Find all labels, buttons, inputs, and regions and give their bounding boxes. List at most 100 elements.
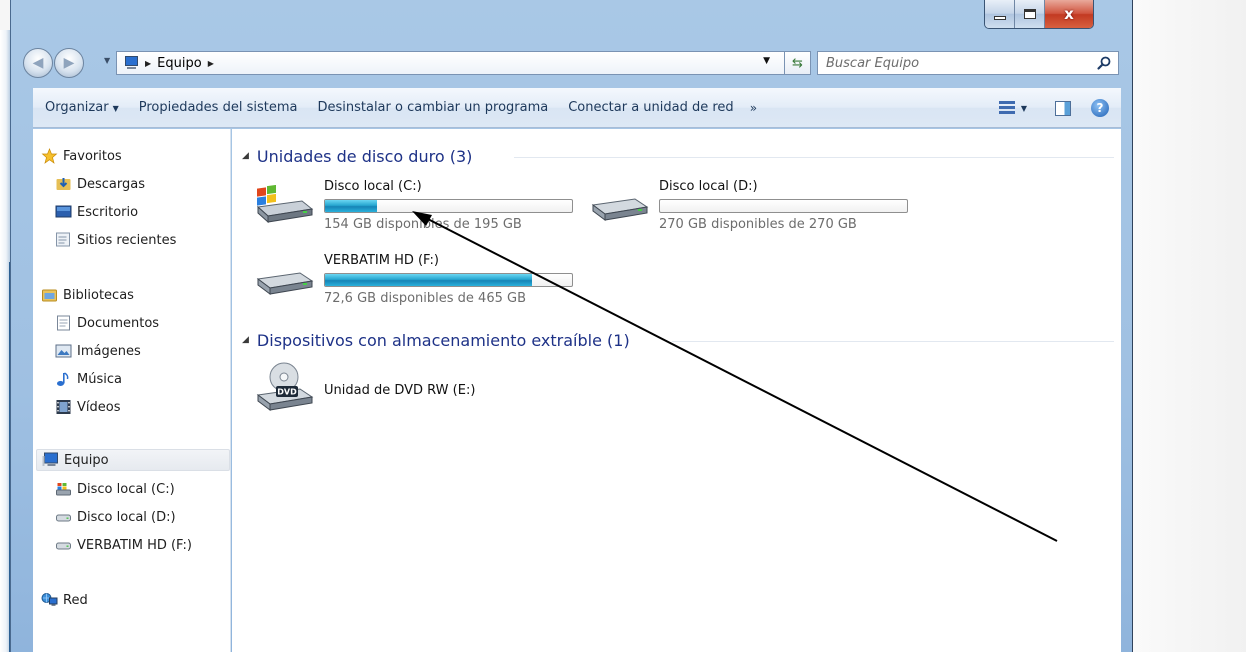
navigation-bar: ◀ ▶ ▼ ▶ Equipo ▶ ▼ ⇆ Buscar Equipo: [20, 44, 1120, 80]
sidebar-item-label: Disco local (C:): [77, 481, 175, 497]
drive-usage-fill: [325, 200, 377, 212]
help-icon[interactable]: ?: [1091, 99, 1109, 117]
documents-icon: [57, 315, 70, 331]
sidebar-item-computer[interactable]: Equipo: [36, 449, 230, 471]
drive-name: Unidad de DVD RW (E:): [324, 383, 476, 398]
address-history-dropdown[interactable]: ▼: [763, 56, 770, 66]
sidebar-item-label: VERBATIM HD (F:): [77, 537, 192, 553]
forward-button[interactable]: ▶: [54, 48, 84, 78]
desktop-icon: [55, 205, 72, 218]
computer-icon: [42, 452, 58, 466]
drive-dvd-e[interactable]: DVD Unidad de DVD RW (E:): [254, 359, 584, 419]
sidebar-item-videos[interactable]: Vídeos: [55, 396, 120, 418]
sidebar-item-documents[interactable]: Documentos: [55, 312, 159, 334]
hard-drive-icon: [56, 542, 71, 550]
drive-d[interactable]: Disco local (D:) 270 GB disponibles de 2…: [589, 179, 919, 239]
back-button[interactable]: ◀: [23, 48, 53, 78]
recent-pages-dropdown[interactable]: ▼: [104, 56, 110, 65]
sidebar-item-recent-places[interactable]: Sitios recientes: [55, 229, 176, 251]
maximize-button[interactable]: [1015, 0, 1045, 28]
recent-places-icon: [56, 232, 70, 247]
group-divider: [672, 341, 1114, 342]
refresh-button[interactable]: ⇆: [785, 51, 811, 75]
more-commands-button[interactable]: »: [750, 101, 757, 115]
group-divider: [514, 157, 1114, 158]
sidebar-item-label: Escritorio: [77, 204, 139, 220]
maximize-icon: [1023, 9, 1036, 19]
preview-pane-icon[interactable]: [1055, 100, 1071, 116]
uninstall-program-button[interactable]: Desinstalar o cambiar un programa: [307, 100, 558, 115]
drive-usage-bar: [324, 273, 573, 287]
breadcrumb-chevron-icon[interactable]: ▶: [208, 59, 214, 68]
navigation-pane: Favoritos Descargas Escritorio Sitios re…: [33, 129, 231, 652]
group-title: Dispositivos con almacenamiento extraíbl…: [256, 330, 630, 350]
sidebar-item-label: Documentos: [77, 315, 160, 331]
close-button[interactable]: x: [1045, 0, 1093, 28]
sidebar-item-label: Favoritos: [63, 148, 122, 164]
hard-drive-icon: [256, 272, 314, 295]
change-view-icon[interactable]: [998, 101, 1015, 115]
sidebar-item-label: Música: [77, 371, 122, 387]
sidebar-item-pictures[interactable]: Imágenes: [55, 340, 141, 362]
sidebar-item-drive-d[interactable]: Disco local (D:): [55, 506, 176, 528]
map-network-drive-button[interactable]: Conectar a unidad de red: [558, 100, 743, 115]
chevron-down-icon: ▼: [112, 104, 119, 113]
hard-drive-icon: [56, 514, 71, 522]
address-bar[interactable]: ▶ Equipo ▶ ▼: [116, 51, 785, 75]
minimize-icon: [993, 16, 1006, 20]
breadcrumb-equipo[interactable]: Equipo: [157, 56, 202, 71]
drive-usage-fill: [325, 274, 533, 286]
drive-usage-bar: [324, 199, 573, 213]
back-arrow-icon: ◀: [32, 55, 44, 71]
search-icon[interactable]: [1096, 55, 1112, 71]
caption-buttons: x: [984, 0, 1094, 29]
system-drive-icon: [56, 483, 71, 496]
system-drive-icon: [256, 185, 314, 224]
drive-name: VERBATIM HD (F:): [324, 253, 439, 268]
forward-arrow-icon: ▶: [63, 55, 75, 71]
dvd-drive-icon: DVD: [256, 362, 314, 411]
system-properties-button[interactable]: Propiedades del sistema: [129, 100, 308, 115]
drive-c[interactable]: Disco local (C:) 154 GB disponibles de 1…: [254, 179, 584, 239]
collapse-triangle-icon[interactable]: ◢: [242, 335, 249, 345]
content-pane: ◢ Unidades de disco duro (3) Disco local…: [232, 129, 1121, 652]
drive-name: Disco local (D:): [659, 179, 758, 194]
organize-menu[interactable]: Organizar ▼: [33, 100, 129, 115]
star-icon: [41, 148, 58, 164]
desktop-background: [1133, 0, 1246, 652]
sidebar-item-downloads[interactable]: Descargas: [55, 173, 145, 195]
drive-free-space: 154 GB disponibles de 195 GB: [324, 217, 522, 232]
hard-drive-icon: [591, 198, 649, 221]
sidebar-item-drive-c[interactable]: Disco local (C:): [55, 478, 175, 500]
pictures-icon: [55, 344, 72, 358]
sidebar-item-libraries[interactable]: Bibliotecas: [41, 284, 134, 306]
drive-usage-bar: [659, 199, 908, 213]
sidebar-item-label: Red: [63, 592, 88, 608]
view-options-dropdown[interactable]: ▼: [1021, 104, 1027, 113]
sidebar-item-label: Bibliotecas: [63, 287, 134, 303]
drive-f[interactable]: VERBATIM HD (F:) 72,6 GB disponibles de …: [254, 253, 584, 313]
sidebar-item-label: Descargas: [77, 176, 146, 192]
group-title: Unidades de disco duro (3): [256, 146, 473, 166]
network-icon: [41, 593, 58, 606]
refresh-icon: ⇆: [792, 55, 803, 71]
breadcrumb-chevron-icon[interactable]: ▶: [145, 59, 151, 68]
group-hard-drives-header[interactable]: ◢ Unidades de disco duro (3): [242, 145, 472, 167]
downloads-folder-icon: [56, 178, 71, 190]
sidebar-item-music[interactable]: Música: [55, 368, 122, 390]
minimize-button[interactable]: [985, 0, 1015, 28]
dvd-badge: DVD: [277, 388, 297, 397]
music-note-icon: [57, 372, 69, 386]
drive-free-space: 72,6 GB disponibles de 465 GB: [324, 291, 526, 306]
sidebar-item-network[interactable]: Red: [41, 589, 88, 611]
group-removable-header[interactable]: ◢ Dispositivos con almacenamiento extraí…: [242, 329, 630, 351]
search-placeholder: Buscar Equipo: [826, 55, 920, 71]
sidebar-item-drive-f[interactable]: VERBATIM HD (F:): [55, 534, 192, 556]
sidebar-item-favorites[interactable]: Favoritos: [41, 145, 122, 167]
sidebar-item-desktop[interactable]: Escritorio: [55, 201, 138, 223]
collapse-triangle-icon[interactable]: ◢: [242, 151, 249, 161]
sidebar-item-label: Imágenes: [77, 343, 141, 359]
sidebar-item-label: Vídeos: [77, 399, 121, 415]
computer-icon: [123, 56, 139, 70]
search-input[interactable]: Buscar Equipo: [817, 51, 1119, 75]
